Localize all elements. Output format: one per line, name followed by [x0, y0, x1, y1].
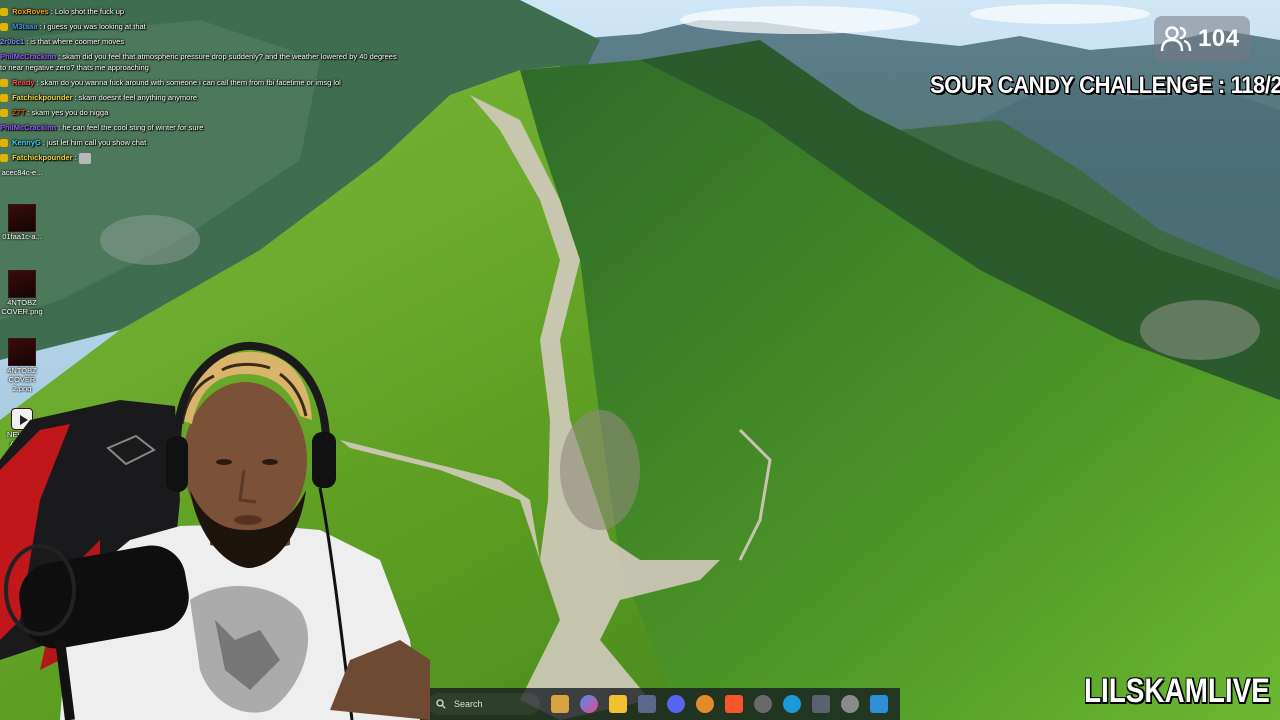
chat-badge-icon [0, 109, 8, 118]
chat-text: skam do you wanna fuck around with someo… [40, 78, 341, 87]
chat-text: i guess you was looking at that [43, 22, 146, 31]
chat-badge-icon [0, 8, 8, 17]
channel-watermark: LILSKAMLIVE [1084, 672, 1270, 710]
chat-username: KennyG [12, 138, 41, 147]
chat-username: Fatchickpounder [12, 93, 73, 102]
app2-icon[interactable] [812, 695, 830, 713]
desktop-icon-cover[interactable]: 4NTOBZ COVER.png [0, 270, 44, 316]
desktop-icon-file-2[interactable]: 01faa1c-a... [0, 204, 44, 241]
chat-message: Z7T: skam yes you do nigga [0, 105, 400, 120]
chat-message: Fatchickpounder: skam doesnt feel anythin… [0, 90, 400, 105]
chat-badge-icon [0, 139, 8, 148]
chat-badge-icon [0, 94, 8, 103]
app3-icon[interactable] [870, 695, 888, 713]
people-icon [1160, 26, 1192, 52]
chat-message: M3taaa: i guess you was looking at that [0, 19, 400, 34]
chat-badge-icon [0, 79, 8, 88]
viewer-count-badge: 104 [1154, 16, 1250, 62]
webcam-feed [0, 341, 430, 720]
chat-badge-icon [0, 23, 8, 32]
chat-badge-icon [0, 154, 8, 163]
image-thumbnail-icon [8, 204, 36, 232]
viewer-count: 104 [1198, 25, 1240, 52]
challenge-banner: SOUR CANDY CHALLENGE : 118/250 [930, 72, 1280, 99]
discord-icon[interactable] [667, 695, 685, 713]
desktop-icon-file-1[interactable]: acec84c-e... [0, 168, 44, 177]
chat-username: PhilMcCrackinn [0, 123, 57, 132]
desktop-icon-label: 01faa1c-a... [2, 232, 42, 241]
stream-chat: RoxRoves: Lolo shot the fuck up M3taaa: i … [0, 4, 400, 165]
app-icon[interactable] [696, 695, 714, 713]
widgets-icon[interactable] [551, 695, 569, 713]
chat-message: Ready: skam do you wanna fuck around with… [0, 75, 400, 90]
chat-username: M3taaa [12, 22, 38, 31]
brave-icon[interactable] [725, 695, 743, 713]
image-thumbnail-icon [8, 270, 36, 298]
store-icon[interactable] [638, 695, 656, 713]
chat-text: is that where coomer moves [30, 37, 125, 46]
chat-text: Lolo shot the fuck up [54, 7, 125, 16]
chat-text: skam yes you do nigga [31, 108, 109, 117]
taskbar-search[interactable]: Search [428, 693, 540, 715]
chat-text: he can feel the cool sting of winter for… [62, 123, 204, 132]
taskbar: Search [420, 688, 900, 720]
search-icon [436, 699, 446, 709]
copilot-icon[interactable] [580, 695, 598, 713]
desktop-icon-label: 4NTOBZ COVER.png [1, 298, 43, 316]
desktop-icon-label: acec84c-e... [1, 168, 43, 177]
steam-icon[interactable] [783, 695, 801, 713]
chat-username: 2r0bc1 [0, 37, 25, 46]
chat-username: Fatchickpounder [12, 153, 73, 162]
chat-message: PhilMcCrackinn: he can feel the cool stin… [0, 123, 204, 132]
chat-message: PhilMcCrackinn: skam did you feel that at… [0, 52, 397, 72]
file-explorer-icon[interactable] [609, 695, 627, 713]
obs-icon[interactable] [754, 695, 772, 713]
chat-text: skam doesnt feel anything anymore [78, 93, 198, 102]
chat-message: Fatchickpounder: [0, 150, 400, 165]
chat-username: Z7T [12, 108, 26, 117]
chat-message: 2r0bc1: is that where coomer moves [0, 37, 125, 46]
4k-icon[interactable] [841, 695, 859, 713]
chat-text: just let him call you show chat [46, 138, 147, 147]
chat-username: RoxRoves [12, 7, 49, 16]
chat-username: PhilMcCrackinn [0, 52, 57, 61]
chat-username: Ready [12, 78, 35, 87]
search-label: Search [454, 699, 483, 709]
chat-message: RoxRoves: Lolo shot the fuck up [0, 4, 400, 19]
chat-message: KennyG: just let him call you show chat [0, 135, 400, 150]
emote-icon [78, 152, 91, 164]
